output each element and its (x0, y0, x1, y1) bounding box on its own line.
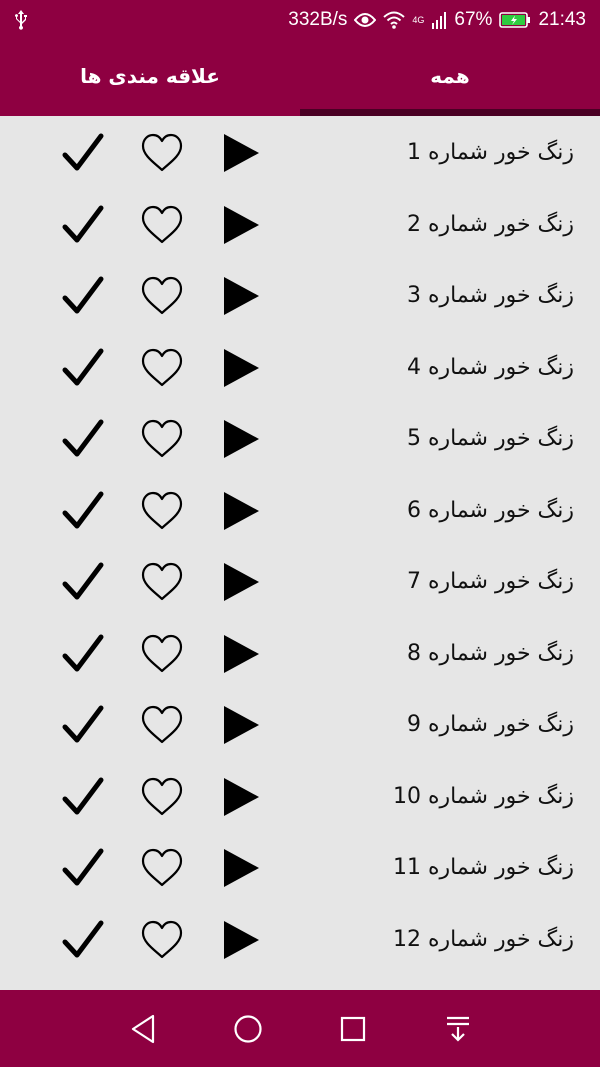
tab-favorites-label: علاقه مندی ها (80, 64, 220, 88)
ringtone-title: زنگ خور شماره 3 (406, 283, 574, 308)
status-bar: 332B/s 4G 67% 21:43 (0, 0, 600, 40)
list-item[interactable]: زنگ خور شماره 5 (0, 403, 600, 474)
list-item[interactable]: زنگ خور شماره 1 (0, 117, 600, 188)
ringtone-title: زنگ خور شماره 10 (392, 783, 574, 809)
list-item[interactable]: زنگ خور شماره 12 (0, 904, 600, 975)
select-check-icon[interactable] (62, 634, 104, 674)
select-check-icon[interactable] (62, 777, 104, 817)
list-item[interactable]: زنگ خور شماره 4 (0, 332, 600, 403)
play-icon[interactable] (222, 705, 260, 745)
select-check-icon[interactable] (62, 348, 104, 388)
select-check-icon[interactable] (62, 705, 104, 745)
recents-button[interactable] (333, 1009, 373, 1049)
notification-shade-icon (446, 1016, 469, 1042)
play-icon[interactable] (222, 848, 260, 888)
selected-tab-indicator (300, 109, 600, 116)
favorite-heart-icon[interactable] (140, 348, 184, 388)
select-check-icon[interactable] (62, 848, 104, 888)
ringtone-title: زنگ خور شماره 1 (406, 140, 574, 165)
select-check-icon[interactable] (62, 419, 104, 459)
favorite-heart-icon[interactable] (140, 634, 184, 674)
home-button[interactable] (228, 1009, 268, 1049)
tab-bar: علاقه مندی ها همه (0, 40, 600, 116)
battery-percent: 67% (454, 9, 493, 30)
list-item[interactable]: زنگ خور شماره 6 (0, 475, 600, 546)
ringtone-title: زنگ خور شماره 4 (406, 354, 574, 380)
list-item[interactable]: زنگ خور شماره 8 (0, 618, 600, 689)
favorite-heart-icon[interactable] (140, 205, 184, 245)
tab-all[interactable]: همه (300, 40, 600, 116)
list-item[interactable]: زنگ خور شماره 9 (0, 689, 600, 760)
favorite-heart-icon[interactable] (140, 705, 184, 745)
network-speed: 332B/s (288, 9, 348, 30)
play-icon[interactable] (222, 491, 260, 531)
signal-badge: 4G (412, 15, 425, 25)
usb-icon (14, 10, 38, 30)
play-icon[interactable] (222, 205, 260, 245)
ringtone-title: زنگ خور شماره 12 (392, 926, 574, 952)
play-icon[interactable] (222, 419, 260, 459)
wifi-icon (383, 11, 406, 29)
favorite-heart-icon[interactable] (140, 920, 184, 960)
back-icon (131, 1014, 154, 1043)
favorite-heart-icon[interactable] (140, 777, 184, 817)
favorite-heart-icon[interactable] (140, 276, 184, 316)
ringtone-title: زنگ خور شماره 7 (406, 569, 574, 594)
ringtone-title: زنگ خور شماره 9 (406, 712, 574, 737)
play-icon[interactable] (222, 276, 260, 316)
home-icon (233, 1014, 262, 1043)
select-check-icon[interactable] (62, 205, 104, 245)
select-check-icon[interactable] (62, 133, 104, 173)
cell-signal-icon (431, 11, 447, 29)
favorite-heart-icon[interactable] (140, 133, 184, 173)
play-icon[interactable] (222, 777, 260, 817)
back-button[interactable] (123, 1009, 163, 1049)
tab-all-label: همه (430, 64, 470, 88)
play-icon[interactable] (222, 634, 260, 674)
list-item[interactable]: زنگ خور شماره 7 (0, 546, 600, 617)
clock: 21:43 (538, 9, 586, 30)
ringtone-title: زنگ خور شماره 5 (406, 426, 574, 451)
recents-icon (340, 1016, 365, 1041)
tab-favorites[interactable]: علاقه مندی ها (0, 40, 300, 116)
play-icon[interactable] (222, 920, 260, 960)
list-item[interactable]: زنگ خور شماره 11 (0, 832, 600, 903)
ringtone-title: زنگ خور شماره 6 (406, 497, 574, 523)
list-item[interactable]: زنگ خور شماره 2 (0, 189, 600, 260)
ringtone-list[interactable]: زنگ خور شماره 1 زنگ خور شماره 2 زنگ خور شم… (0, 116, 600, 990)
battery-icon (499, 12, 531, 28)
notification-shade-button[interactable] (438, 1009, 478, 1049)
ringtone-title: زنگ خور شماره 11 (392, 855, 574, 880)
play-icon[interactable] (222, 133, 260, 173)
list-item[interactable]: زنگ خور شماره 10 (0, 761, 600, 832)
favorite-heart-icon[interactable] (140, 419, 184, 459)
eye-icon (354, 12, 377, 28)
favorite-heart-icon[interactable] (140, 848, 184, 888)
favorite-heart-icon[interactable] (140, 491, 184, 531)
select-check-icon[interactable] (62, 562, 104, 602)
select-check-icon[interactable] (62, 491, 104, 531)
ringtone-title: زنگ خور شماره 2 (406, 211, 574, 237)
select-check-icon[interactable] (62, 276, 104, 316)
ringtone-title: زنگ خور شماره 8 (406, 640, 574, 666)
play-icon[interactable] (222, 562, 260, 602)
select-check-icon[interactable] (62, 920, 104, 960)
list-item[interactable]: زنگ خور شماره 3 (0, 260, 600, 331)
play-icon[interactable] (222, 348, 260, 388)
navigation-bar (0, 990, 600, 1067)
favorite-heart-icon[interactable] (140, 562, 184, 602)
